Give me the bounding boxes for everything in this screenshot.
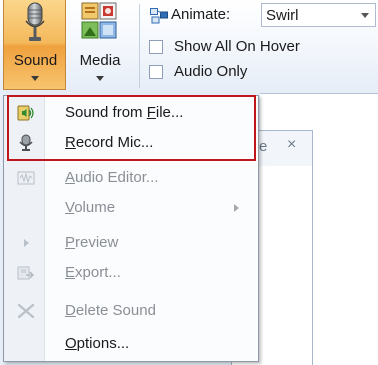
chevron-right-icon — [234, 204, 239, 212]
media-button[interactable]: Media — [68, 0, 132, 90]
menu-item-volume[interactable]: Volume — [4, 193, 258, 223]
delete-icon — [17, 303, 35, 319]
audio-editor-icon — [17, 171, 35, 185]
checkbox-label: Audio Only — [174, 63, 248, 80]
ribbon: Sound Media Animate: Swirl Show All On H… — [0, 0, 378, 94]
checkbox-box[interactable] — [149, 40, 163, 54]
animate-icon — [150, 8, 168, 24]
checkbox-label: Show All On Hover — [174, 38, 300, 55]
menu-item-label: Sound from File... — [65, 104, 184, 121]
background-tab-text: e — [259, 138, 268, 155]
sound-menu: Sound from File... Record Mic... Audio E… — [3, 95, 259, 362]
menu-item-label: Preview — [65, 234, 119, 251]
chevron-down-icon — [31, 76, 39, 81]
menu-item-label: Delete Sound — [65, 302, 156, 319]
menu-item-label: Volume — [65, 199, 116, 216]
speaker-icon — [17, 105, 34, 121]
menu-item-delete-sound[interactable]: Delete Sound — [4, 296, 258, 326]
microphone-icon — [19, 134, 33, 151]
menu-item-label: Record Mic... — [65, 134, 154, 151]
media-button-label: Media — [79, 52, 121, 69]
sound-button-label: Sound — [13, 52, 58, 69]
close-icon[interactable]: × — [287, 136, 296, 154]
menu-item-label: Options... — [65, 335, 130, 352]
menu-item-export[interactable]: Export... — [4, 258, 258, 288]
checkbox-box[interactable] — [149, 65, 163, 79]
animate-select-value: Swirl — [266, 7, 299, 24]
ribbon-separator — [139, 4, 140, 88]
play-icon — [24, 239, 29, 247]
app-window: Sound Media Animate: Swirl Show All On H… — [0, 0, 378, 365]
chevron-down-icon — [96, 76, 104, 81]
menu-item-label: Audio Editor... — [65, 169, 159, 186]
menu-item-sound-from-file[interactable]: Sound from File... — [4, 98, 258, 128]
microphone-icon — [25, 2, 45, 41]
animate-label: Animate: — [171, 6, 231, 23]
menu-item-record-mic[interactable]: Record Mic... — [4, 128, 258, 158]
menu-item-label: Export... — [65, 264, 121, 281]
sound-button[interactable]: Sound — [3, 0, 66, 90]
export-icon — [17, 266, 34, 280]
menu-item-options[interactable]: Options... — [4, 329, 258, 359]
animate-select[interactable]: Swirl — [261, 3, 376, 27]
chevron-down-icon — [361, 13, 369, 18]
menu-item-audio-editor[interactable]: Audio Editor... — [4, 163, 258, 193]
menu-item-preview[interactable]: Preview — [4, 228, 258, 258]
media-icon — [81, 2, 117, 39]
